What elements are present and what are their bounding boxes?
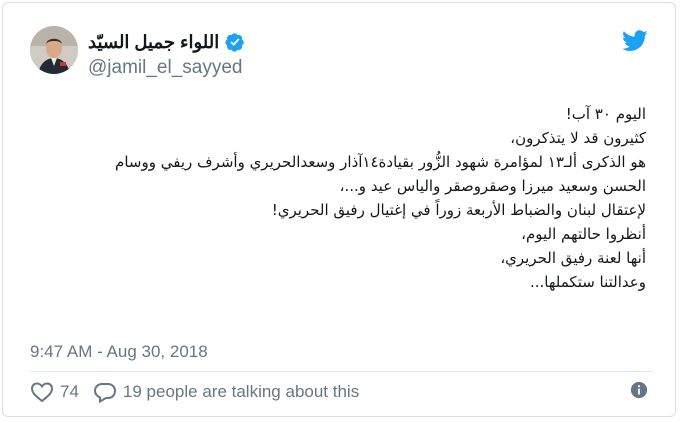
avatar-photo bbox=[30, 26, 78, 74]
tweet-line: وعدالتنا ستكملها... bbox=[529, 273, 646, 291]
tweet-line: أنظروا حالتهم اليوم، bbox=[521, 225, 646, 243]
author-handle[interactable]: @jamil_el_sayyed bbox=[88, 57, 242, 79]
info-icon[interactable] bbox=[630, 381, 648, 399]
tweet-line: أنها لعنة رفيق الحريري، bbox=[500, 249, 646, 267]
verified-badge-icon bbox=[225, 33, 244, 52]
conversation-link[interactable]: 19 people are talking about this bbox=[93, 381, 359, 403]
tweet-line: اليوم ٣٠ آب! bbox=[565, 105, 646, 123]
like-button[interactable]: 74 bbox=[30, 381, 93, 403]
tweet-line: كثيرون قد لا يتذكرون، bbox=[510, 129, 646, 147]
like-count: 74 bbox=[60, 382, 79, 401]
tweet-text: اليوم ٣٠ آب! كثيرون قد لا يتذكرون، هو ال… bbox=[36, 102, 646, 294]
tweet-actions: 74 19 people are talking about this bbox=[30, 378, 359, 406]
speech-bubble-icon bbox=[93, 383, 116, 403]
twitter-bird-icon[interactable] bbox=[622, 30, 648, 52]
tweet-line: لإعتقال لبنان والضباط الأربعة زوراً في إ… bbox=[271, 201, 646, 219]
tweet-line: الحسن وسعيد ميرزا وصقروصقر والياس عيد و.… bbox=[339, 177, 646, 195]
avatar[interactable] bbox=[30, 26, 78, 74]
heart-icon bbox=[30, 382, 54, 403]
tweet-timestamp[interactable]: 9:47 AM - Aug 30, 2018 bbox=[30, 342, 208, 362]
author-name-row[interactable]: اللواء جميل السيّد bbox=[88, 30, 245, 54]
tweet-line: هو الذكرى ألـ١٣ لمؤامرة شهود الزُّور بقي… bbox=[115, 153, 646, 171]
divider bbox=[30, 371, 652, 372]
talking-about-text: 19 people are talking about this bbox=[122, 382, 360, 401]
display-name[interactable]: اللواء جميل السيّد bbox=[88, 32, 219, 53]
